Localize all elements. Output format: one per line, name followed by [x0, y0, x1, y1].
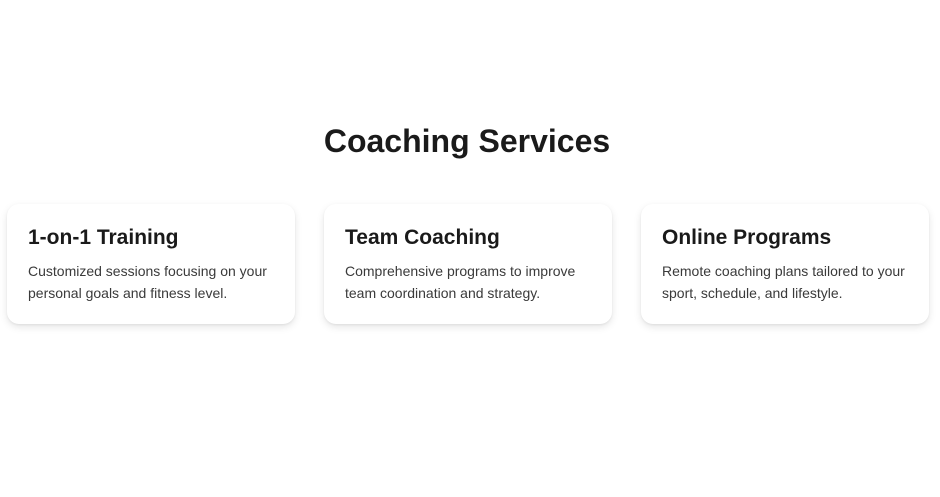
service-card-description: Comprehensive programs to improve team c… [345, 263, 576, 301]
service-card-online-programs: Online Programs Remote coaching plans ta… [641, 204, 929, 324]
service-card-team-coaching: Team Coaching Comprehensive programs to … [324, 204, 612, 324]
service-card-title: Online Programs [662, 226, 832, 249]
service-card-description: Remote coaching plans tailored to your s… [662, 263, 905, 301]
section-title: Coaching Services [323, 123, 611, 159]
service-card-description: Customized sessions focusing on your per… [28, 263, 267, 301]
service-cards: 1-on-1 Training Customized sessions focu… [7, 204, 929, 324]
service-card-title: 1-on-1 Training [28, 226, 179, 249]
coaching-services-section: Coaching Services 1-on-1 Training Custom… [0, 0, 940, 497]
service-card-title: Team Coaching [345, 226, 500, 249]
service-card-1-on-1-training: 1-on-1 Training Customized sessions focu… [7, 204, 295, 324]
